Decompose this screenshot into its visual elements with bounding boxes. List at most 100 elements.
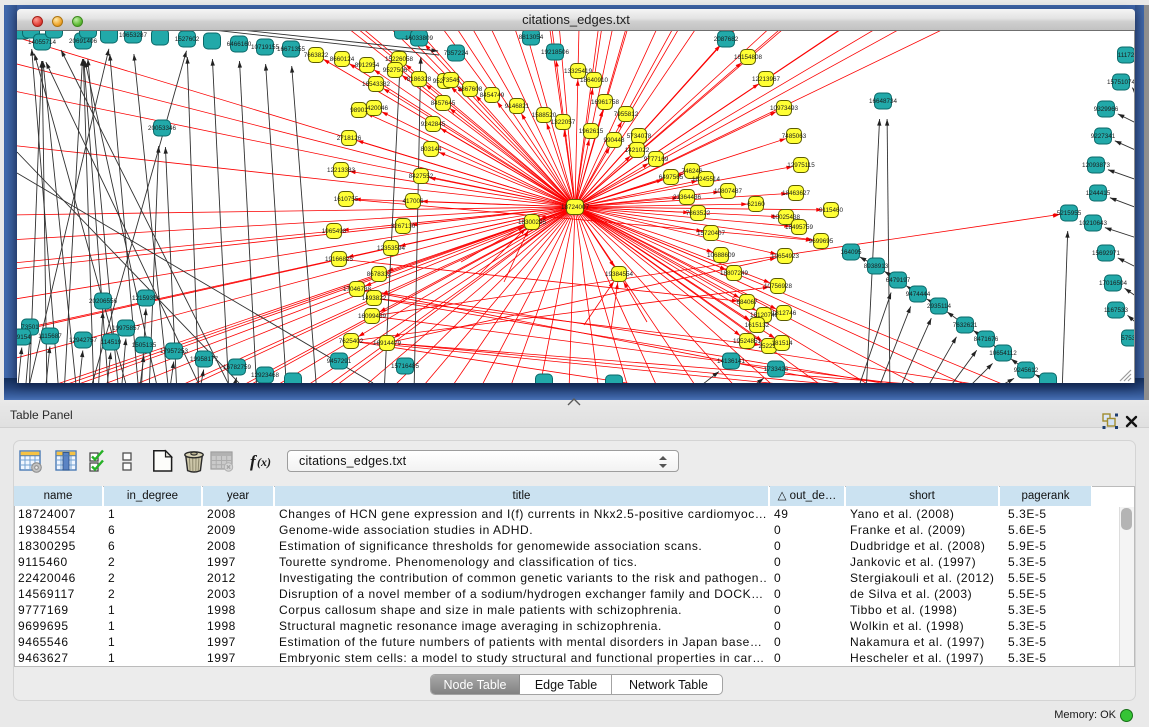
svg-text:39154: 39154 — [17, 334, 31, 341]
svg-text:1733426: 1733426 — [764, 366, 789, 373]
svg-text:16543382: 16543382 — [362, 81, 391, 88]
svg-text:1812746: 1812746 — [772, 310, 797, 317]
svg-text:16154808: 16154808 — [734, 54, 763, 61]
svg-text:57533: 57533 — [1121, 335, 1134, 342]
svg-text:17957253: 17957253 — [160, 348, 189, 355]
svg-text:12159354: 12159354 — [132, 295, 161, 302]
svg-text:9242845: 9242845 — [421, 121, 446, 128]
svg-text:18300295: 18300295 — [518, 219, 547, 226]
svg-text:9527506: 9527506 — [383, 67, 408, 74]
svg-text:5215955: 5215955 — [1057, 210, 1082, 217]
svg-text:684067: 684067 — [736, 299, 758, 306]
svg-text:73546: 73546 — [442, 77, 460, 84]
svg-text:18463627: 18463627 — [782, 190, 811, 197]
svg-text:15692971: 15692971 — [1092, 250, 1121, 257]
svg-text:7663822: 7663822 — [304, 52, 329, 59]
svg-text:8660124: 8660124 — [330, 56, 355, 63]
svg-text:3267130: 3267130 — [391, 223, 416, 230]
svg-text:16648734: 16648734 — [869, 98, 898, 105]
svg-text:19524851: 19524851 — [733, 338, 762, 345]
svg-text:7863522: 7863522 — [686, 210, 711, 217]
svg-text:2718126: 2718126 — [337, 135, 362, 142]
svg-text:19975857: 19975857 — [112, 325, 141, 332]
svg-text:12353594: 12353594 — [377, 245, 406, 252]
svg-text:19958177: 19958177 — [190, 356, 219, 363]
svg-text:1610755: 1610755 — [334, 196, 359, 203]
svg-text:19384554: 19384554 — [605, 271, 634, 278]
svg-text:18495759: 18495759 — [785, 224, 814, 231]
svg-text:7357224: 7357224 — [444, 50, 469, 57]
svg-text:8471676: 8471676 — [974, 336, 999, 343]
svg-text:1965498: 1965498 — [322, 228, 347, 235]
svg-text:2087682: 2087682 — [714, 36, 739, 43]
svg-text:9457291: 9457291 — [327, 358, 352, 365]
svg-text:6497565: 6497565 — [659, 174, 684, 181]
svg-text:16099489: 16099489 — [358, 313, 387, 320]
svg-text:15720407: 15720407 — [697, 230, 726, 237]
svg-text:8912954: 8912954 — [355, 62, 380, 69]
svg-text:20206556: 20206556 — [89, 298, 118, 305]
svg-text:18724007: 18724007 — [561, 204, 590, 211]
svg-text:21364436: 21364436 — [673, 194, 702, 201]
svg-text:10756928: 10756928 — [764, 283, 793, 290]
svg-text:20053346: 20053346 — [148, 125, 177, 132]
svg-text:12093873: 12093873 — [1082, 162, 1111, 169]
svg-text:9699695: 9699695 — [809, 238, 834, 245]
svg-text:98901: 98901 — [350, 107, 368, 114]
svg-text:10654112: 10654112 — [989, 350, 1017, 357]
svg-text:9146821: 9146821 — [505, 103, 530, 110]
svg-text:18807249: 18807249 — [720, 270, 749, 277]
svg-text:10719155: 10719155 — [251, 44, 280, 51]
svg-text:16782759: 16782759 — [223, 364, 252, 371]
svg-text:16961758: 16961758 — [591, 99, 620, 106]
svg-text:8678332: 8678332 — [367, 271, 392, 278]
svg-text:9777169: 9777169 — [644, 156, 669, 163]
svg-text:1588520: 1588520 — [532, 112, 557, 119]
svg-text:19166825: 19166825 — [325, 256, 354, 263]
svg-text:9474444: 9474444 — [906, 291, 931, 298]
svg-text:803144: 803144 — [420, 146, 442, 153]
svg-text:20691406: 20691406 — [69, 38, 98, 45]
svg-text:19218506: 19218506 — [541, 49, 570, 56]
svg-text:8938913: 8938913 — [864, 263, 889, 270]
svg-text:10653287: 10653287 — [119, 32, 148, 39]
svg-text:7955812: 7955812 — [614, 111, 639, 118]
svg-text:164095: 164095 — [840, 249, 862, 256]
svg-text:8457645: 8457645 — [431, 100, 456, 107]
svg-text:12213967: 12213967 — [752, 76, 781, 83]
svg-text:12942757: 12942757 — [69, 337, 98, 344]
svg-text:7625402: 7625402 — [339, 338, 364, 345]
svg-text:417006: 417006 — [402, 198, 424, 205]
svg-text:15751074: 15751074 — [1107, 79, 1134, 86]
svg-text:181514: 181514 — [771, 340, 793, 347]
svg-text:16033809: 16033809 — [405, 35, 434, 42]
svg-text:1493822: 1493822 — [362, 295, 387, 302]
svg-text:8186328: 8186328 — [407, 76, 432, 83]
svg-text:11172: 11172 — [1118, 52, 1134, 59]
svg-text:1167533: 1167533 — [1104, 307, 1129, 314]
svg-text:1115687: 1115687 — [38, 333, 62, 340]
svg-text:19654923: 19654923 — [771, 253, 800, 260]
svg-text:12975115: 12975115 — [787, 162, 815, 169]
svg-text:10688609: 10688609 — [707, 252, 736, 259]
svg-text:5734078: 5734078 — [627, 133, 652, 140]
svg-text:10973493: 10973493 — [770, 105, 799, 112]
svg-text:9329966: 9329966 — [1094, 106, 1119, 113]
svg-text:18245514: 18245514 — [692, 176, 721, 183]
svg-text:1505135: 1505135 — [132, 342, 157, 349]
svg-text:10807487: 10807487 — [714, 188, 743, 195]
svg-text:9245612: 9245612 — [1014, 367, 1039, 374]
svg-text:7485063: 7485063 — [782, 133, 807, 140]
svg-text:16671355: 16671355 — [277, 46, 306, 53]
svg-text:18640910: 18640910 — [580, 77, 609, 84]
svg-text:6479197: 6479197 — [886, 277, 911, 284]
svg-text:15716485: 15716485 — [391, 363, 420, 370]
svg-text:14136141: 14136141 — [717, 358, 746, 365]
svg-text:8813054: 8813054 — [519, 34, 544, 41]
svg-text:17016504: 17016504 — [1099, 280, 1128, 287]
svg-text:114519: 114519 — [101, 339, 122, 346]
svg-text:8454749: 8454749 — [480, 92, 505, 99]
svg-text:1322057: 1322057 — [551, 119, 576, 126]
svg-text:62160: 62160 — [747, 201, 765, 208]
svg-text:1421022: 1421022 — [625, 147, 650, 154]
